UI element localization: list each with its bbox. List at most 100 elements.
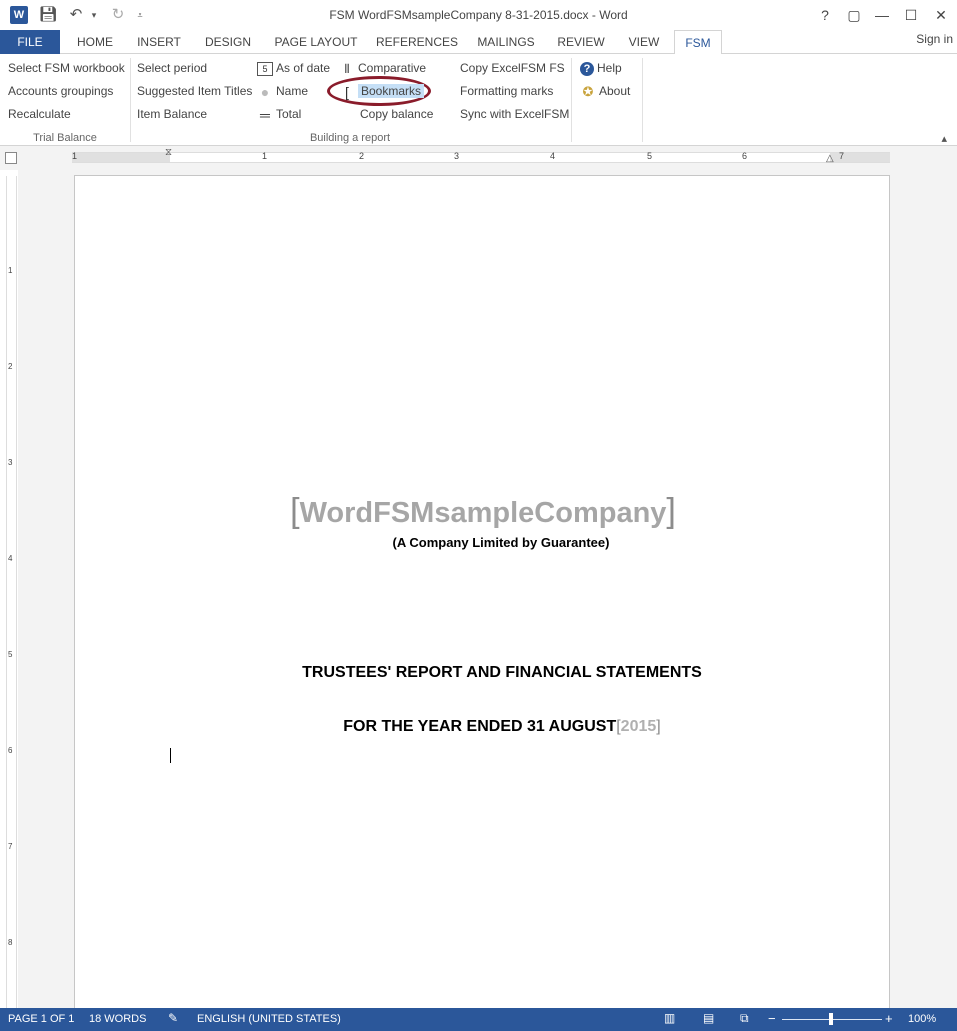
- language-indicator[interactable]: ENGLISH (UNITED STATES): [197, 1013, 341, 1025]
- suggested-item-titles-button[interactable]: Suggested Item Titles: [137, 81, 252, 101]
- maximize-button[interactable]: ☐: [899, 5, 923, 25]
- select-fsm-workbook-button[interactable]: Select FSM workbook: [8, 58, 125, 78]
- select-period-button[interactable]: Select period: [137, 58, 207, 78]
- text-cursor: [170, 748, 171, 763]
- ruler-number: 3: [454, 151, 460, 161]
- help-fsm-button[interactable]: ? Help: [580, 58, 622, 78]
- bookmark-close-bracket: ]: [666, 492, 676, 530]
- vertical-ruler-number: 5: [8, 650, 13, 659]
- sign-in-link[interactable]: Sign in: [916, 32, 953, 46]
- vertical-ruler-number: 4: [8, 554, 13, 563]
- ruler-number: 6: [742, 151, 748, 161]
- company-name-field[interactable]: [WordFSMsampleCompany]: [75, 492, 891, 531]
- vertical-ruler-number: 8: [8, 938, 13, 947]
- ruler-left-margin: [72, 153, 170, 162]
- tab-file[interactable]: FILE: [0, 30, 60, 54]
- first-line-indent-marker[interactable]: ⧖: [165, 147, 172, 158]
- as-of-date-button[interactable]: 5 As of date: [257, 58, 330, 78]
- vertical-ruler-number: 7: [8, 842, 13, 851]
- print-layout-icon[interactable]: ▤: [703, 1011, 714, 1025]
- copy-excelfsm-fs-button[interactable]: Copy ExcelFSM FS: [460, 58, 565, 78]
- horizontal-ruler-area: 1 1 2 3 4 5 6 7 ⧖ △: [0, 146, 957, 170]
- group-label-building-report: Building a report: [309, 132, 391, 144]
- about-label: About: [599, 84, 631, 98]
- tab-design[interactable]: DESIGN: [198, 30, 258, 54]
- vertical-ruler-number: 2: [8, 362, 13, 371]
- zoom-in-button[interactable]: +: [885, 1011, 893, 1026]
- close-button[interactable]: ✕: [929, 5, 953, 25]
- ruler-number: 1: [72, 151, 78, 161]
- copy-balance-button[interactable]: Copy balance: [360, 104, 433, 124]
- proofing-icon[interactable]: ✎: [168, 1011, 178, 1025]
- help-button[interactable]: ?: [813, 5, 837, 25]
- page-count[interactable]: PAGE 1 OF 1: [8, 1013, 74, 1025]
- zoom-level[interactable]: 100%: [908, 1013, 936, 1025]
- tab-fsm[interactable]: FSM: [674, 30, 722, 55]
- group-divider: [571, 58, 572, 142]
- tab-home[interactable]: HOME: [68, 30, 122, 54]
- ruler-number: 1: [262, 151, 268, 161]
- about-button[interactable]: ✪ About: [580, 81, 631, 101]
- calendar-icon: 5: [257, 61, 273, 76]
- vertical-ruler[interactable]: 1 2 3 4 5 6 7 8: [6, 176, 17, 1008]
- formatting-marks-button[interactable]: Formatting marks: [460, 81, 553, 101]
- help-label: Help: [597, 61, 622, 75]
- zoom-out-button[interactable]: −: [768, 1011, 776, 1026]
- right-indent-marker[interactable]: △: [826, 153, 834, 164]
- minimize-button[interactable]: —: [870, 5, 894, 25]
- tab-insert[interactable]: INSERT: [132, 30, 186, 54]
- group-divider: [642, 58, 643, 142]
- ruler-number: 5: [647, 151, 653, 161]
- double-underline-icon: ═: [260, 106, 270, 123]
- total-label: Total: [276, 107, 302, 121]
- as-of-date-label: As of date: [276, 61, 331, 75]
- columns-icon: ⦀: [344, 61, 350, 76]
- read-mode-icon[interactable]: ▥: [664, 1011, 675, 1025]
- ribbon-fsm: Select FSM workbook Accounts groupings R…: [0, 54, 957, 146]
- company-name-text: WordFSMsampleCompany: [299, 497, 667, 529]
- document-page[interactable]: [WordFSMsampleCompany] (A Company Limite…: [74, 175, 890, 1015]
- total-button[interactable]: ═ Total: [257, 104, 301, 124]
- name-label: Name: [276, 84, 309, 98]
- help-circle-icon: ?: [580, 61, 594, 76]
- accounts-groupings-button[interactable]: Accounts groupings: [8, 81, 113, 101]
- bookmarks-label: Bookmarks: [358, 84, 425, 98]
- group-label-trial-balance: Trial Balance: [33, 132, 97, 144]
- ruler-number: 7: [839, 151, 845, 161]
- tab-page-layout[interactable]: PAGE LAYOUT: [270, 30, 362, 54]
- word-count[interactable]: 18 WORDS: [89, 1013, 146, 1025]
- vertical-ruler-number: 1: [8, 266, 13, 275]
- ribbon-display-options-icon[interactable]: ▢: [842, 5, 866, 25]
- recalculate-button[interactable]: Recalculate: [8, 104, 71, 124]
- year-field[interactable]: 2015: [621, 718, 657, 735]
- bookmark-close-bracket: ]: [656, 718, 661, 735]
- ruler-number: 4: [550, 151, 556, 161]
- tab-mailings[interactable]: MAILINGS: [470, 30, 542, 54]
- group-divider: [130, 58, 131, 142]
- collapse-ribbon-icon[interactable]: ▴: [941, 132, 947, 145]
- bookmarks-button[interactable]: [ Bookmarks: [339, 81, 425, 101]
- year-ended-text: FOR THE YEAR ENDED 31 AUGUST: [343, 718, 617, 735]
- comparative-button[interactable]: ⦀ Comparative: [339, 58, 426, 78]
- status-bar: PAGE 1 OF 1 18 WORDS ✎ ENGLISH (UNITED S…: [0, 1008, 957, 1031]
- report-title: TRUSTEES' REPORT AND FINANCIAL STATEMENT…: [302, 664, 702, 681]
- bookmark-open-bracket: [: [290, 492, 300, 530]
- sync-with-excelfsm-button[interactable]: Sync with ExcelFSM: [460, 104, 569, 124]
- vertical-ruler-number: 3: [8, 458, 13, 467]
- comparative-label: Comparative: [358, 61, 427, 75]
- web-layout-icon[interactable]: ⧉: [740, 1011, 749, 1026]
- company-subtitle: (A Company Limited by Guarantee): [392, 535, 610, 550]
- tab-view[interactable]: VIEW: [622, 30, 666, 54]
- tab-references[interactable]: REFERENCES: [374, 30, 460, 54]
- horizontal-ruler[interactable]: 1 1 2 3 4 5 6 7 ⧖ △: [72, 147, 890, 164]
- zoom-slider-thumb[interactable]: [829, 1013, 833, 1025]
- bookmark-bracket-icon: [: [345, 83, 349, 100]
- tab-selector[interactable]: [5, 152, 17, 164]
- name-button[interactable]: ● Name: [257, 81, 308, 101]
- ribbon-tabs: FILE HOME INSERT DESIGN PAGE LAYOUT REFE…: [0, 30, 957, 55]
- year-ended-line: FOR THE YEAR ENDED 31 AUGUST[2015]: [75, 718, 929, 736]
- tab-review[interactable]: REVIEW: [552, 30, 610, 54]
- item-balance-button[interactable]: Item Balance: [137, 104, 207, 124]
- person-silhouette-icon: ●: [260, 83, 270, 100]
- title-bar: W 💾︎ ↶ ▾ ↻ ⩡ FSM WordFSMsampleCompany 8-…: [0, 0, 957, 30]
